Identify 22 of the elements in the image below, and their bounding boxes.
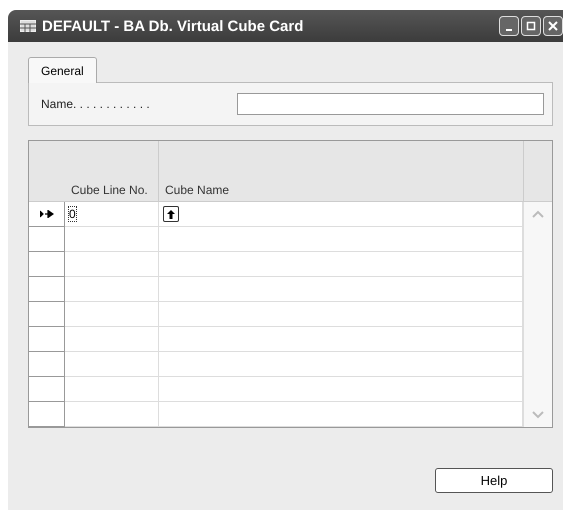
maximize-icon [526,21,536,31]
help-button[interactable]: Help [435,468,553,493]
column-header[interactable]: Cube Line No. [65,141,159,201]
field-label: Name. . . . . . . . . . . . [41,97,151,111]
column-header[interactable]: Cube Name [159,141,524,201]
row-selector[interactable] [29,202,65,227]
maximize-button[interactable] [521,16,541,36]
minimize-icon [506,28,512,30]
minimize-button[interactable] [499,16,519,36]
close-icon [548,21,558,31]
close-button[interactable] [543,16,563,36]
scroll-down-icon[interactable] [532,411,544,419]
up-arrow-icon [167,210,175,218]
scroll-up-icon[interactable] [532,210,544,218]
table-cell: 0 [69,207,76,221]
input-field[interactable] [237,93,544,115]
tab[interactable]: General [28,57,97,83]
lookup-button[interactable] [163,206,179,222]
scrollbar[interactable] [523,202,552,427]
current-row-icon [40,210,54,218]
table-icon [20,20,36,32]
window-title: DEFAULT - BA Db. Virtual Cube Card [42,18,304,34]
